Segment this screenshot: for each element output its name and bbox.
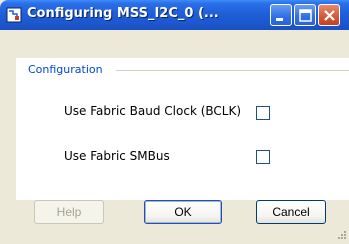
minimize-icon (276, 18, 283, 21)
help-button[interactable]: Help (34, 200, 104, 224)
cancel-button[interactable]: Cancel (256, 200, 326, 224)
dialog-window: Configuring MSS_I2C_0 (... Configuration… (0, 0, 349, 244)
bclk-label: Use Fabric Baud Clock (BCLK) (64, 104, 242, 118)
group-divider (116, 70, 349, 71)
close-icon (324, 10, 335, 21)
smbus-label: Use Fabric SMBus (64, 149, 170, 163)
window-title: Configuring MSS_I2C_0 (... (27, 6, 219, 21)
title-bar[interactable]: Configuring MSS_I2C_0 (... (0, 0, 349, 30)
content-panel (16, 58, 349, 200)
close-button[interactable] (318, 4, 340, 26)
maximize-button[interactable] (294, 4, 316, 26)
ok-button[interactable]: OK (144, 200, 222, 224)
resize-grip-icon[interactable] (334, 229, 347, 242)
group-title: Configuration (28, 63, 103, 76)
smbus-checkbox[interactable] (256, 150, 270, 164)
bclk-checkbox[interactable] (256, 106, 270, 120)
app-icon (6, 7, 22, 23)
maximize-icon (299, 9, 312, 22)
minimize-button[interactable] (270, 4, 292, 26)
